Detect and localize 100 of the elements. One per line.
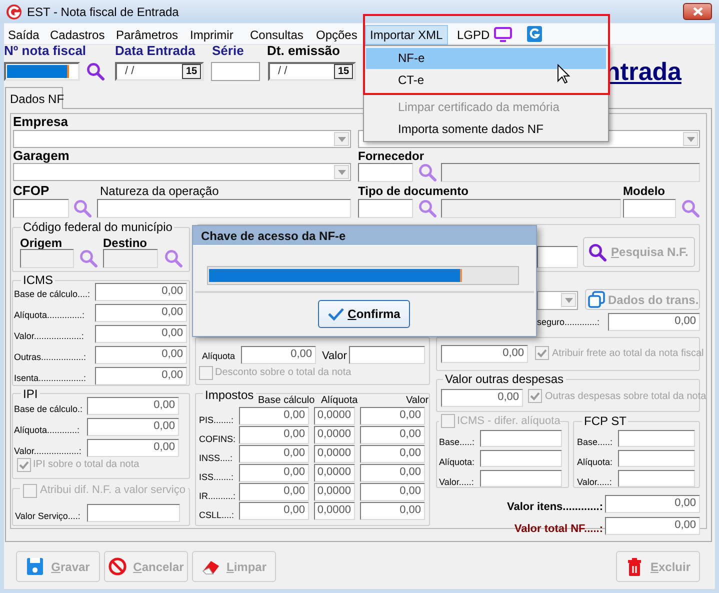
dropdown-field[interactable] — [13, 163, 351, 181]
input-field[interactable]: 0,00 — [239, 445, 309, 463]
monitor-icon[interactable] — [494, 27, 512, 42]
label: Valor.....: — [439, 476, 474, 489]
input-field[interactable]: 0,00 — [441, 345, 528, 363]
input-field[interactable]: 0,00 — [239, 483, 309, 501]
input-field[interactable]: 0,00 — [95, 304, 187, 322]
checkbox[interactable] — [199, 366, 213, 380]
menu-item[interactable]: Importar XML — [365, 25, 448, 45]
input-field[interactable]: 0,00 — [239, 464, 309, 482]
menu-item[interactable]: Imprimir — [185, 25, 238, 45]
menu-item[interactable]: CT-e — [366, 70, 606, 91]
label: Alíquota — [202, 350, 236, 363]
input-field[interactable]: 0,0000 — [314, 445, 355, 463]
label: COFINS: — [199, 433, 236, 446]
search-icon[interactable] — [164, 249, 183, 268]
input-field[interactable]: 0,00 — [241, 346, 316, 364]
close-button[interactable] — [683, 3, 712, 20]
input-field[interactable]: 0,00 — [360, 483, 425, 501]
input-field[interactable]: 0,00 — [360, 445, 425, 463]
input-field[interactable] — [97, 199, 351, 218]
menu-item[interactable]: Cadastros — [45, 25, 110, 45]
input-field[interactable] — [480, 470, 562, 487]
search-icon[interactable] — [79, 249, 98, 268]
menu-item[interactable]: Opções — [311, 25, 362, 45]
input-field[interactable] — [13, 199, 69, 218]
dropdown-field[interactable] — [13, 130, 351, 148]
search-icon[interactable] — [418, 199, 437, 218]
search-icon[interactable] — [418, 163, 437, 182]
input-field[interactable] — [358, 163, 413, 182]
label: Garagem — [13, 149, 70, 163]
search-icon[interactable] — [73, 199, 92, 218]
input-field[interactable] — [441, 199, 621, 218]
dropdown-field[interactable] — [537, 291, 578, 310]
input-field[interactable]: 0,00 — [87, 397, 179, 415]
input-field[interactable] — [441, 163, 700, 182]
input-field[interactable] — [358, 199, 413, 218]
input-field[interactable] — [480, 430, 562, 447]
input-field[interactable]: 0,00 — [360, 407, 425, 425]
no-entry-icon — [108, 556, 128, 576]
input-field[interactable] — [20, 249, 74, 268]
dialog-title: Chave de acesso da NF-e — [193, 226, 536, 246]
input-field[interactable]: 0,00 — [360, 464, 425, 482]
input-field[interactable] — [618, 430, 695, 447]
checkbox[interactable] — [23, 484, 37, 498]
menu-item[interactable]: Parâmetros — [111, 25, 184, 45]
calendar-button[interactable]: 15 — [334, 64, 353, 79]
label: Base.....: — [577, 436, 613, 449]
input-field[interactable]: 0,00 — [239, 407, 309, 425]
input-field[interactable]: 0,00 — [360, 502, 425, 520]
input-field[interactable] — [618, 450, 695, 467]
checkbox[interactable] — [535, 346, 549, 360]
input-field[interactable] — [537, 246, 578, 268]
input-field[interactable] — [480, 450, 562, 467]
input-field[interactable]: 0,00 — [87, 439, 179, 457]
input-field[interactable]: 0,00 — [605, 517, 700, 535]
confirm-button[interactable]: Confirma — [318, 300, 410, 328]
input-field[interactable] — [103, 249, 158, 268]
checkbox[interactable] — [528, 389, 542, 403]
label: CSLL....: — [199, 509, 234, 522]
input-field[interactable]: 0,00 — [605, 495, 700, 513]
input-field[interactable]: 0,00 — [239, 502, 309, 520]
input-field[interactable]: 0,00 — [360, 426, 425, 444]
input-field[interactable]: 0,0000 — [314, 502, 355, 520]
logo-icon[interactable] — [527, 26, 542, 42]
label: IPI sobre o total da nota — [33, 458, 140, 472]
date-field[interactable]: / / 15 — [115, 62, 204, 81]
calendar-button[interactable]: 15 — [182, 64, 201, 79]
date-field[interactable]: / / 15 — [268, 62, 356, 81]
checkbox[interactable] — [441, 414, 455, 428]
input-field[interactable]: 0,00 — [95, 367, 187, 385]
menu-item[interactable]: Saída — [3, 25, 44, 45]
menu-item[interactable]: LGPD — [452, 25, 495, 45]
search-icon[interactable] — [86, 62, 105, 81]
input-field[interactable]: 0,0000 — [314, 407, 355, 425]
input-field[interactable]: 0,0000 — [314, 464, 355, 482]
input-field[interactable]: 0,00 — [441, 389, 523, 407]
input-field[interactable]: 0,00 — [608, 313, 700, 331]
input-field[interactable]: 0,0000 — [314, 483, 355, 501]
checkmark-icon — [328, 307, 344, 321]
menu-item[interactable]: NF-e — [366, 48, 606, 69]
input-field[interactable]: 0,00 — [87, 418, 179, 436]
input-field[interactable] — [623, 199, 676, 218]
input-field[interactable]: 0,00 — [95, 346, 187, 364]
input-field[interactable]: 0,00 — [239, 426, 309, 444]
input-field[interactable] — [87, 504, 180, 522]
label: PIS.......: — [199, 414, 234, 427]
menu-item[interactable]: Consultas — [245, 25, 308, 45]
input-field[interactable]: 0,00 — [95, 325, 187, 343]
app-logo-icon — [6, 4, 22, 20]
input-field[interactable]: 0,00 — [95, 283, 187, 301]
tab[interactable]: Dados NF — [5, 87, 63, 109]
input-field[interactable] — [211, 62, 260, 81]
checkbox[interactable] — [17, 458, 31, 472]
input-field[interactable] — [349, 346, 425, 364]
input-field[interactable] — [4, 62, 80, 81]
input-field[interactable]: 0,0000 — [314, 426, 355, 444]
menu-item[interactable]: Importa somente dados NF — [366, 119, 606, 140]
input-field[interactable] — [618, 470, 695, 487]
search-icon[interactable] — [681, 199, 700, 218]
